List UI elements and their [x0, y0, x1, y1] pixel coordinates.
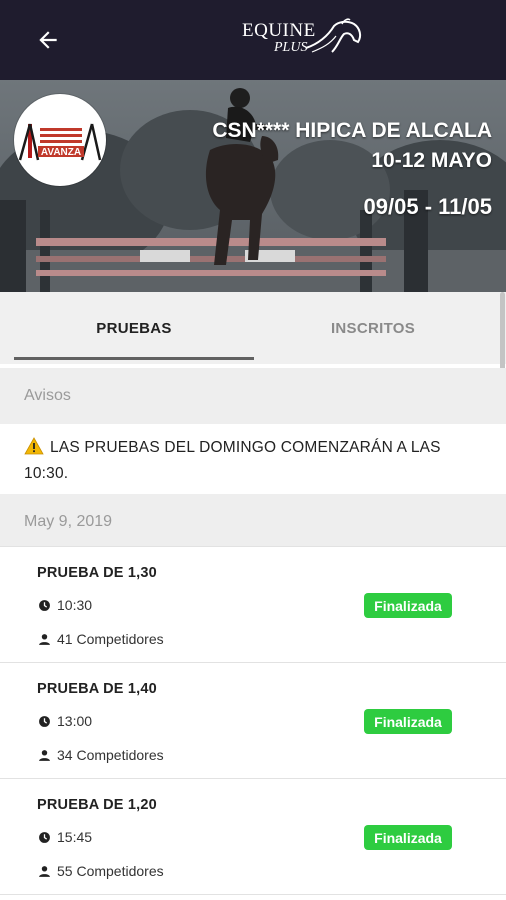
event-competitors-value: 55 Competidores [57, 863, 164, 879]
horse-head-icon [305, 18, 362, 53]
event-competitors: 34 Competidores [37, 747, 164, 763]
person-icon [37, 864, 51, 878]
person-icon [37, 632, 51, 646]
event-title: CSN**** HIPICA DE ALCALA 10-12 MAYO [212, 119, 492, 172]
event-time: 15:45 [37, 829, 92, 845]
section-date-label: May 9, 2019 [24, 513, 113, 530]
section-header-label: Avisos [24, 387, 71, 404]
app-logo: EQUINE PLUS [238, 18, 368, 62]
tab-bar: PRUEBAS INSCRITOS [0, 292, 506, 364]
list-divider [0, 894, 506, 895]
event-time-value: 10:30 [57, 597, 93, 613]
event-banner: AVANZA CSN**** HIPICA DE ALCALA 10-12 MA… [0, 80, 506, 292]
app-bar: EQUINE PLUS [0, 0, 506, 80]
organizer-logo-text: AVANZA [41, 147, 81, 158]
notice-text: LAS PRUEBAS DEL DOMINGO COMENZARÁN A LAS… [24, 439, 441, 482]
status-badge: Finalizada [364, 593, 452, 618]
event-name: PRUEBA DE 1,40 [37, 681, 157, 697]
event-time-value: 13:00 [57, 713, 93, 729]
event-name: PRUEBA DE 1,20 [37, 797, 157, 813]
events-list: Avisos LAS PRUEBAS DEL DOMINGO COMENZARÁ… [0, 368, 506, 900]
event-row[interactable]: PRUEBA DE 1,20 15:45 55 Competidores Fin… [0, 778, 506, 894]
clock-icon [37, 598, 51, 612]
status-badge: Finalizada [364, 709, 452, 734]
event-row[interactable]: PRUEBA DE 1,30 10:30 41 Competidores Fin… [0, 546, 506, 662]
event-time: 10:30 [37, 597, 92, 613]
clock-icon [37, 714, 51, 728]
arrow-left-icon [39, 31, 57, 49]
section-header-notices: Avisos [0, 368, 506, 424]
clock-icon [37, 830, 51, 844]
event-row[interactable]: PRUEBA DE 1,40 13:00 34 Competidores Fin… [0, 662, 506, 778]
event-dates: 09/05 - 11/05 [363, 194, 492, 219]
section-header-date: May 9, 2019 [0, 494, 506, 550]
notice-item: LAS PRUEBAS DEL DOMINGO COMENZARÁN A LAS… [0, 424, 506, 494]
organizer-logo: AVANZA [14, 94, 106, 186]
tab-pruebas[interactable]: PRUEBAS [14, 292, 254, 364]
back-button[interactable] [30, 22, 66, 58]
tab-indicator [14, 357, 254, 360]
event-competitors: 41 Competidores [37, 631, 164, 647]
event-competitors: 55 Competidores [37, 863, 164, 879]
event-time: 13:00 [37, 713, 92, 729]
status-badge: Finalizada [364, 825, 452, 850]
event-competitors-value: 41 Competidores [57, 631, 164, 647]
event-competitors-value: 34 Competidores [57, 747, 164, 763]
person-icon [37, 748, 51, 762]
event-name: PRUEBA DE 1,30 [37, 565, 157, 581]
tab-inscritos[interactable]: INSCRITOS [253, 292, 493, 364]
warning-icon [24, 437, 44, 462]
event-time-value: 15:45 [57, 829, 93, 845]
